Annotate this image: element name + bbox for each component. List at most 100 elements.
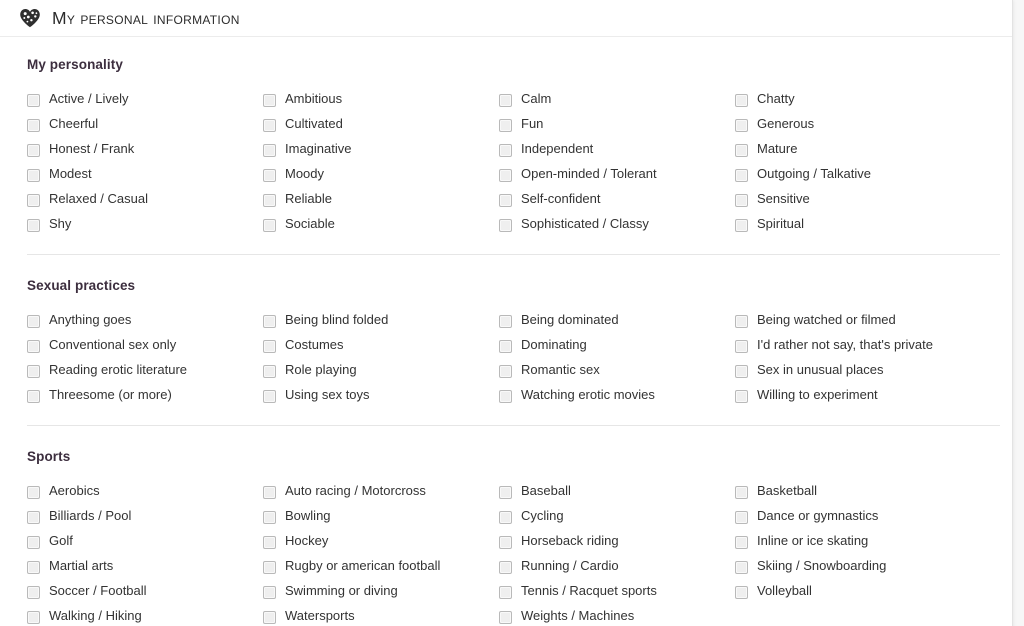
option-row[interactable]: Golf [27, 533, 263, 558]
option-row[interactable]: Open-minded / Tolerant [499, 166, 735, 191]
option-row[interactable]: Moody [263, 166, 499, 191]
checkbox-icon[interactable] [499, 365, 512, 378]
option-row[interactable]: Cheerful [27, 116, 263, 141]
checkbox-icon[interactable] [735, 511, 748, 524]
checkbox-icon[interactable] [27, 390, 40, 403]
checkbox-icon[interactable] [263, 365, 276, 378]
checkbox-icon[interactable] [263, 219, 276, 232]
checkbox-icon[interactable] [499, 561, 512, 574]
option-row[interactable]: Sensitive [735, 191, 971, 216]
checkbox-icon[interactable] [263, 511, 276, 524]
option-row[interactable]: Volleyball [735, 583, 971, 608]
checkbox-icon[interactable] [499, 586, 512, 599]
option-row[interactable]: Mature [735, 141, 971, 166]
checkbox-icon[interactable] [499, 94, 512, 107]
checkbox-icon[interactable] [499, 511, 512, 524]
checkbox-icon[interactable] [499, 315, 512, 328]
checkbox-icon[interactable] [27, 219, 40, 232]
option-row[interactable]: Horseback riding [499, 533, 735, 558]
checkbox-icon[interactable] [27, 194, 40, 207]
option-row[interactable]: Generous [735, 116, 971, 141]
option-row[interactable]: Sophisticated / Classy [499, 216, 735, 241]
option-row[interactable]: Inline or ice skating [735, 533, 971, 558]
checkbox-icon[interactable] [263, 390, 276, 403]
option-row[interactable]: Active / Lively [27, 91, 263, 116]
checkbox-icon[interactable] [263, 486, 276, 499]
option-row[interactable]: Conventional sex only [27, 337, 263, 362]
option-row[interactable]: Ambitious [263, 91, 499, 116]
checkbox-icon[interactable] [735, 561, 748, 574]
checkbox-icon[interactable] [499, 144, 512, 157]
checkbox-icon[interactable] [27, 561, 40, 574]
option-row[interactable]: Bowling [263, 508, 499, 533]
option-row[interactable]: Threesome (or more) [27, 387, 263, 412]
checkbox-icon[interactable] [499, 390, 512, 403]
checkbox-icon[interactable] [499, 219, 512, 232]
checkbox-icon[interactable] [735, 340, 748, 353]
option-row[interactable]: Soccer / Football [27, 583, 263, 608]
option-row[interactable]: Fun [499, 116, 735, 141]
checkbox-icon[interactable] [735, 94, 748, 107]
checkbox-icon[interactable] [263, 586, 276, 599]
checkbox-icon[interactable] [263, 194, 276, 207]
checkbox-icon[interactable] [27, 94, 40, 107]
option-row[interactable]: Watersports [263, 608, 499, 626]
checkbox-icon[interactable] [735, 536, 748, 549]
checkbox-icon[interactable] [499, 611, 512, 624]
checkbox-icon[interactable] [499, 194, 512, 207]
checkbox-icon[interactable] [735, 586, 748, 599]
checkbox-icon[interactable] [263, 536, 276, 549]
checkbox-icon[interactable] [263, 144, 276, 157]
checkbox-icon[interactable] [499, 536, 512, 549]
checkbox-icon[interactable] [263, 169, 276, 182]
checkbox-icon[interactable] [263, 611, 276, 624]
option-row[interactable]: Chatty [735, 91, 971, 116]
option-row[interactable]: Cycling [499, 508, 735, 533]
checkbox-icon[interactable] [735, 144, 748, 157]
checkbox-icon[interactable] [263, 94, 276, 107]
checkbox-icon[interactable] [27, 169, 40, 182]
option-row[interactable]: Role playing [263, 362, 499, 387]
checkbox-icon[interactable] [263, 315, 276, 328]
option-row[interactable]: Independent [499, 141, 735, 166]
option-row[interactable]: Baseball [499, 483, 735, 508]
checkbox-icon[interactable] [263, 340, 276, 353]
option-row[interactable]: Cultivated [263, 116, 499, 141]
option-row[interactable]: Willing to experiment [735, 387, 971, 412]
checkbox-icon[interactable] [499, 119, 512, 132]
option-row[interactable]: Outgoing / Talkative [735, 166, 971, 191]
option-row[interactable]: Dance or gymnastics [735, 508, 971, 533]
option-row[interactable]: Dominating [499, 337, 735, 362]
option-row[interactable]: Being dominated [499, 312, 735, 337]
checkbox-icon[interactable] [263, 561, 276, 574]
option-row[interactable]: Reading erotic literature [27, 362, 263, 387]
option-row[interactable]: Relaxed / Casual [27, 191, 263, 216]
option-row[interactable]: Aerobics [27, 483, 263, 508]
checkbox-icon[interactable] [735, 219, 748, 232]
option-row[interactable]: Basketball [735, 483, 971, 508]
option-row[interactable]: Self-confident [499, 191, 735, 216]
checkbox-icon[interactable] [735, 365, 748, 378]
option-row[interactable]: Using sex toys [263, 387, 499, 412]
checkbox-icon[interactable] [735, 119, 748, 132]
checkbox-icon[interactable] [27, 365, 40, 378]
option-row[interactable]: Swimming or diving [263, 583, 499, 608]
option-row[interactable]: Watching erotic movies [499, 387, 735, 412]
option-row[interactable]: Skiing / Snowboarding [735, 558, 971, 583]
checkbox-icon[interactable] [499, 169, 512, 182]
option-row[interactable]: Hockey [263, 533, 499, 558]
checkbox-icon[interactable] [499, 340, 512, 353]
checkbox-icon[interactable] [27, 119, 40, 132]
option-row[interactable]: Calm [499, 91, 735, 116]
option-row[interactable]: Costumes [263, 337, 499, 362]
option-row[interactable]: Walking / Hiking [27, 608, 263, 626]
option-row[interactable]: Being blind folded [263, 312, 499, 337]
checkbox-icon[interactable] [27, 315, 40, 328]
option-row[interactable]: Sociable [263, 216, 499, 241]
option-row[interactable]: Auto racing / Motorcross [263, 483, 499, 508]
option-row[interactable]: Shy [27, 216, 263, 241]
checkbox-icon[interactable] [499, 486, 512, 499]
option-row[interactable]: Weights / Machines [499, 608, 735, 626]
option-row[interactable]: Reliable [263, 191, 499, 216]
option-row[interactable]: Running / Cardio [499, 558, 735, 583]
